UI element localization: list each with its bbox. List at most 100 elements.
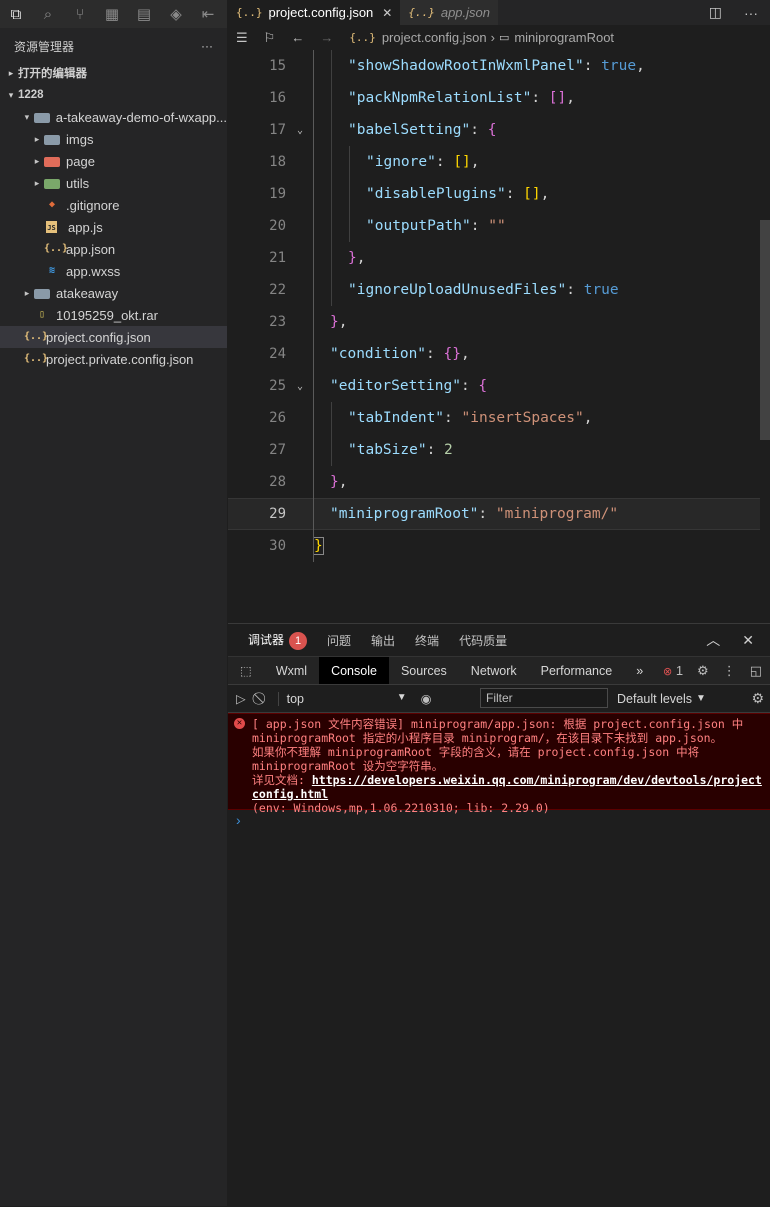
json-file-icon: {..} [24,353,49,364]
devtools-tab-sources[interactable]: Sources [389,657,459,684]
error-line: miniprogramRoot 指定的小程序目录 miniprogram/，在该… [252,731,723,745]
more-actions-icon[interactable]: ··· [201,39,213,53]
line-number: 20 [269,218,286,234]
devtools-tab-console[interactable]: Console [319,657,389,684]
json-key: "tabSize" [348,442,427,458]
chevron-right-icon: ▸ [24,287,30,298]
tree-item[interactable]: ◆ .gitignore [0,194,227,216]
error-line: miniprogramRoot 设为空字符串。 [252,759,444,773]
list-icon[interactable]: ☰ [236,30,248,46]
json-file-icon: {..} [349,31,376,44]
tree-item[interactable]: {..} project.config.json [0,326,227,348]
more-tabs-icon[interactable]: » [624,657,655,684]
section-workspace[interactable]: ▾ 1228 [0,84,227,106]
json-key: "packNpmRelationList" [348,90,532,106]
css-file-icon: ≋ [48,265,56,276]
tree-item-label: utils [66,175,90,191]
indent-guide [349,146,350,242]
docker-icon[interactable]: ◈ [160,0,192,28]
json-file-icon: {..} [24,331,49,342]
extensions-icon[interactable]: ▦ [96,0,128,28]
env-info: (env: Windows,mp,1.06.2210310; lib: 2.29… [252,801,550,815]
chevron-right-icon: ▸ [34,177,40,188]
indent-guide [313,50,314,562]
chevron-up-icon[interactable]: ︿ [706,630,720,650]
tab-project-config[interactable]: {..} project.config.json ✕ [228,0,401,25]
editor-scrollbar-thumb[interactable] [760,220,770,440]
tab-terminal[interactable]: 终端 [415,632,439,649]
tab-debugger[interactable]: 调试器 1 [248,631,308,650]
tree-item[interactable]: ▸ utils [0,172,227,194]
breadcrumb-file[interactable]: project.config.json [382,30,487,45]
line-number: 18 [269,154,286,170]
code-line: 28 }, [228,466,760,498]
activity-bar: ⧉ ⌕ ⑂ ▦ ▤ ◈ ⇤ [0,0,227,28]
log-levels-dropdown[interactable]: Default levels ▼ [617,685,706,712]
breadcrumb-symbol[interactable]: miniprogramRoot [514,30,614,45]
sidebar-toggle-icon[interactable]: ▷ [236,691,246,706]
filter-input[interactable]: Filter [480,688,608,708]
line-number: 29 [269,506,286,522]
fold-chevron-icon[interactable]: ⌄ [286,125,314,136]
tree-item[interactable]: ▯ 10195259_okt.rar [0,304,227,326]
devtools-tab-wxml[interactable]: Wxml [264,657,319,684]
tab-output[interactable]: 输出 [371,632,395,649]
bookmark-icon[interactable]: ⚐ [264,30,276,46]
breadcrumb-separator: › [490,30,495,45]
line-number: 22 [269,282,286,298]
doc-link[interactable]: https://developers.weixin.qq.com/minipro… [252,773,762,801]
section-open-editors[interactable]: ▸ 打开的编辑器 [0,62,227,84]
error-counter[interactable]: ⊗ 1 [663,663,683,678]
tree-item[interactable]: {..} project.private.config.json [0,348,227,370]
tree-item[interactable]: ▸ atakeaway [0,282,227,304]
explorer-icon[interactable]: ⧉ [0,0,32,28]
tree-item[interactable]: ▸ imgs [0,128,227,150]
source-control-icon[interactable]: ⑂ [64,0,96,28]
console-error-message: ✕ [ app.json 文件内容错误] miniprogram/app.jso… [228,713,770,815]
split-editor-icon[interactable]: ◫ [709,4,722,21]
inspect-element-icon[interactable]: ⬚ [228,657,264,684]
tree-item[interactable]: {..} app.json [0,238,227,260]
tab-code-quality[interactable]: 代码质量 [459,632,507,649]
error-icon: ✕ [234,718,245,729]
tree-item[interactable]: ▸ page [0,150,227,172]
explorer-title: 资源管理器 [14,39,75,54]
collapse-sidebar-icon[interactable]: ⇤ [192,0,224,28]
close-icon[interactable]: ✕ [742,632,754,649]
dock-icon[interactable]: ◱ [750,663,762,679]
tree-item[interactable]: ▾ a-takeaway-demo-of-wxapp... [0,106,227,128]
more-vertical-icon[interactable]: ⋮ [723,663,736,679]
tab-label: project.config.json [268,5,374,20]
json-brace: { [487,122,497,138]
tab-problems[interactable]: 问题 [327,632,351,649]
devtools-tab-network[interactable]: Network [459,657,529,684]
js-file-icon: JS [46,221,57,233]
json-file-icon: {..} [44,243,69,254]
more-actions-icon[interactable]: ··· [744,5,758,21]
tree-item[interactable]: ≋ app.wxss [0,260,227,282]
settings-gear-icon[interactable]: ⚙ [697,663,709,679]
line-number: 17 [269,122,286,138]
close-icon[interactable]: ✕ [382,6,392,20]
storage-icon[interactable]: ▤ [128,0,160,28]
context-selector[interactable]: top ▼ [277,691,407,706]
json-key: "disablePlugins" [366,186,506,202]
tab-app-json[interactable]: {..} app.json [400,0,498,25]
dropdown-arrow-icon: ▼ [696,693,706,704]
eye-icon[interactable]: ◉ [421,691,432,706]
back-arrow-icon[interactable]: ← [291,30,304,45]
git-file-icon: ◆ [48,199,56,210]
code-editor[interactable]: 15 "showShadowRootInWxmlPanel": true, 16… [228,50,770,622]
debug-panel: 调试器 1 问题 输出 终端 代码质量 ︿ ✕ ⬚ Wxml Console So… [228,623,770,1207]
tab-label: 调试器 [248,632,285,647]
tree-item[interactable]: JS app.js [0,216,227,238]
sidebar: ⧉ ⌕ ⑂ ▦ ▤ ◈ ⇤ 资源管理器 ··· ▸ 打开的编辑器 ▾ 1228 … [0,0,227,1206]
fold-chevron-icon[interactable]: ⌄ [286,381,314,392]
forward-arrow-icon[interactable]: → [320,30,333,45]
tree-item-label: project.private.config.json [46,351,194,367]
code-line: 21 }, [228,242,760,274]
console-settings-icon[interactable]: ⚙ [751,685,764,712]
devtools-tab-performance[interactable]: Performance [529,657,625,684]
json-value: [] [523,186,541,202]
search-icon[interactable]: ⌕ [32,0,64,28]
